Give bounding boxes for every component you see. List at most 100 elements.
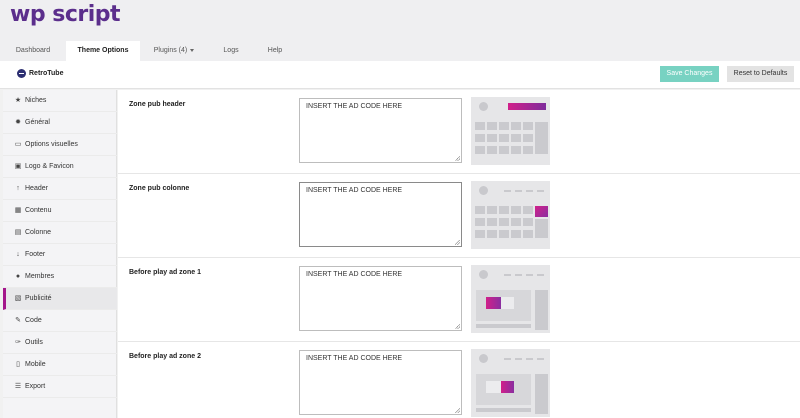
theme-name: RetroTube [29, 70, 64, 77]
preview-thumb [499, 134, 509, 142]
preview-thumb [523, 218, 533, 226]
preview-menu-item [537, 274, 544, 276]
preview-thumb [523, 134, 533, 142]
chevron-down-icon [190, 48, 195, 52]
sidebar-item-footer[interactable]: ↓ Footer [3, 244, 117, 266]
sidebar-item-header[interactable]: ↑ Header [3, 178, 117, 200]
sidebar-item-label: Publicité [25, 295, 52, 302]
sidebar-item-export[interactable]: ☰ Export [3, 376, 117, 398]
sidebar-item-membres[interactable]: ● Membres [3, 266, 117, 288]
column-ad-placement-preview [471, 181, 550, 249]
preview-info-bar [476, 324, 531, 328]
reset-to-defaults-button[interactable]: Reset to Defaults [727, 66, 794, 82]
sidebar-item-mobile[interactable]: ▯ Mobile [3, 354, 117, 376]
preview-logo [479, 102, 488, 111]
app-logo[interactable]: wp script [10, 2, 121, 27]
sidebar-item-label: Contenu [25, 207, 52, 214]
preview-thumb [475, 134, 485, 142]
tab-logs[interactable]: Logs [208, 41, 254, 61]
save-changes-button[interactable]: Save Changes [660, 66, 719, 82]
ad-code-input-colonne[interactable]: INSERT THE AD CODE HERE [299, 182, 462, 247]
preview-menu-item [526, 274, 533, 276]
preview-menu-item [537, 190, 544, 192]
preview-thumb [511, 134, 521, 142]
preview-sidebar [535, 219, 548, 238]
preview-thumb [499, 146, 509, 154]
preview-ad-before-play [501, 381, 514, 393]
user-icon: ● [15, 273, 21, 280]
preview-menu-item [537, 358, 544, 360]
ad-zone-row-before-play-1: Before play ad zone 1 INSERT THE AD CODE… [118, 258, 800, 342]
preview-thumb [523, 146, 533, 154]
preview-info-bar [476, 408, 531, 412]
preview-menu-item [526, 358, 533, 360]
preview-thumb [499, 206, 509, 214]
tab-dashboard[interactable]: Dashboard [0, 41, 66, 61]
sidebar-item-publicite[interactable]: ▧ Publicité [3, 288, 117, 310]
monitor-icon: ▭ [14, 141, 22, 148]
preview-thumb [499, 122, 509, 130]
sidebar-item-outils[interactable]: ✑ Outils [3, 332, 117, 354]
ad-code-input-header[interactable]: INSERT THE AD CODE HERE [299, 98, 462, 163]
preview-thumb [511, 218, 521, 226]
preview-thumb [475, 146, 485, 154]
preview-sidebar [535, 374, 548, 414]
preview-menu-item [515, 190, 522, 192]
ad-icon: ▧ [14, 295, 22, 302]
ad-code-input-before-play-2[interactable]: INSERT THE AD CODE HERE [299, 350, 462, 415]
sidebar-item-label: Export [25, 383, 46, 390]
star-icon: ★ [14, 97, 22, 104]
ad-zone-label: Before play ad zone 1 [129, 269, 201, 276]
sidebar-item-niches[interactable]: ★ Niches [3, 90, 117, 112]
wrench-icon: ✑ [15, 339, 21, 346]
tab-theme-options[interactable]: Theme Options [66, 41, 140, 61]
preview-thumb [487, 146, 497, 154]
ad-zone-label: Zone pub colonne [129, 185, 190, 192]
preview-menu-item [504, 274, 511, 276]
preview-thumb [475, 206, 485, 214]
columns-icon: ▤ [14, 229, 22, 236]
resize-grip-icon[interactable] [455, 408, 460, 413]
resize-grip-icon[interactable] [455, 156, 460, 161]
preview-logo [479, 186, 488, 195]
preview-menu-item [526, 190, 533, 192]
preview-thumb [499, 230, 509, 238]
grid-icon: ▦ [14, 207, 22, 214]
sidebar-item-code[interactable]: ✎ Code [3, 310, 117, 332]
preview-thumb [511, 206, 521, 214]
image-icon: ▣ [14, 163, 22, 170]
preview-column-ad [535, 206, 548, 217]
preview-thumb [523, 206, 533, 214]
tab-plugins[interactable]: Plugins (4) [140, 41, 208, 61]
sidebar-item-options-visuelles[interactable]: ▭ Options visuelles [3, 134, 117, 156]
arrow-down-icon: ↓ [16, 251, 20, 258]
preview-ad-blank [501, 297, 514, 309]
mobile-icon: ▯ [16, 361, 20, 368]
preview-thumb [487, 218, 497, 226]
preview-thumb [487, 122, 497, 130]
preview-ad-blank [486, 381, 501, 393]
preview-menu-item [515, 274, 522, 276]
ad-zone-label: Zone pub header [129, 101, 186, 108]
preview-thumb [487, 230, 497, 238]
sidebar-item-general[interactable]: ✹ Général [3, 112, 117, 134]
tab-label: Theme Options [77, 47, 129, 54]
before-play-1-preview [471, 265, 550, 333]
preview-thumb [511, 146, 521, 154]
resize-grip-icon[interactable] [455, 324, 460, 329]
tab-label: Plugins (4) [153, 47, 188, 54]
tab-label: Dashboard [15, 47, 51, 54]
ad-zones-panel: Zone pub header INSERT THE AD CODE HERE … [118, 90, 800, 418]
ad-zone-row-colonne: Zone pub colonne INSERT THE AD CODE HERE [118, 174, 800, 258]
tab-help[interactable]: Help [254, 41, 296, 61]
sidebar-item-colonne[interactable]: ▤ Colonne [3, 222, 117, 244]
preview-thumb [511, 122, 521, 130]
database-icon: ☰ [14, 383, 22, 390]
resize-grip-icon[interactable] [455, 240, 460, 245]
sidebar-item-label: Colonne [25, 229, 52, 236]
sidebar-item-logo-favicon[interactable]: ▣ Logo & Favicon [3, 156, 117, 178]
ad-zone-row-header: Zone pub header INSERT THE AD CODE HERE [118, 90, 800, 174]
ad-code-input-before-play-1[interactable]: INSERT THE AD CODE HERE [299, 266, 462, 331]
sidebar-item-contenu[interactable]: ▦ Contenu [3, 200, 117, 222]
ad-zone-label: Before play ad zone 2 [129, 353, 201, 360]
